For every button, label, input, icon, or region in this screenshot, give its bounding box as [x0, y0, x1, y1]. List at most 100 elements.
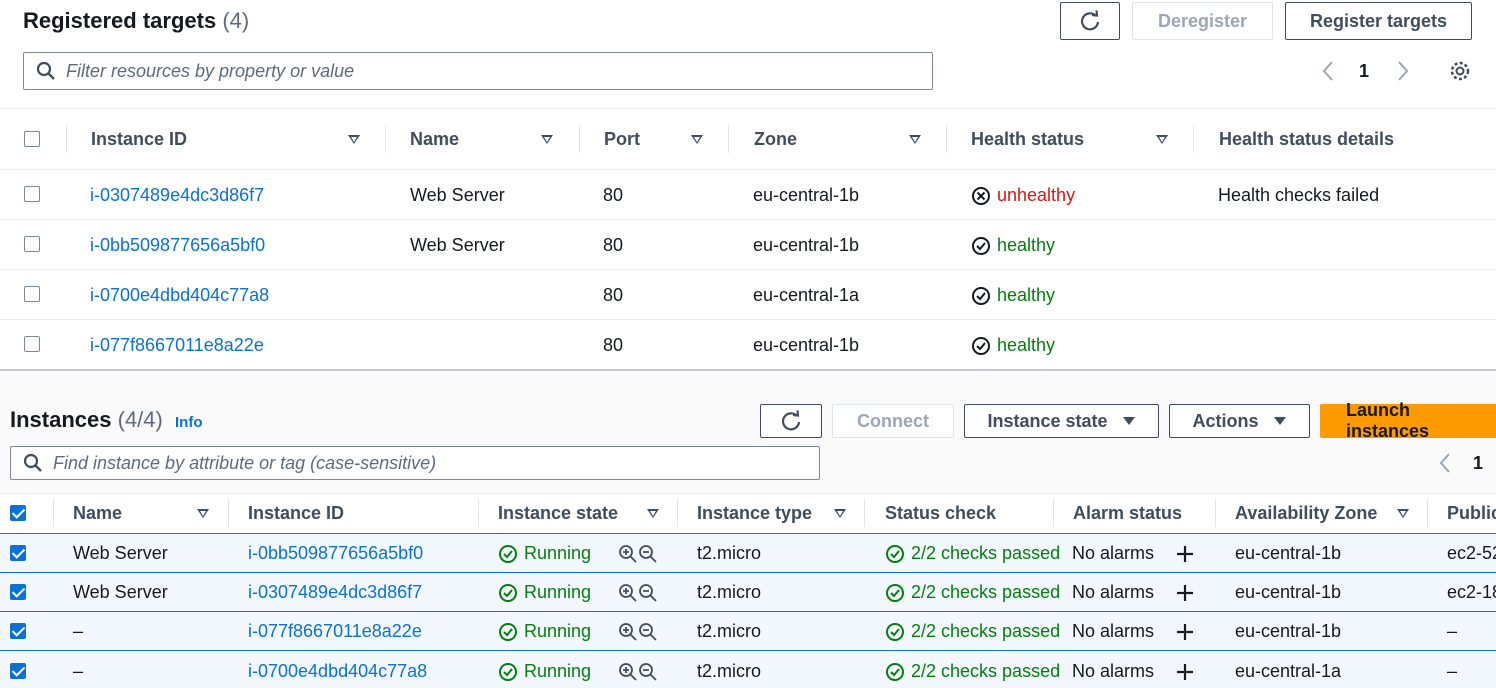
- add-alarm-icon[interactable]: [1175, 622, 1195, 642]
- add-alarm-icon[interactable]: [1175, 662, 1195, 682]
- add-alarm-icon[interactable]: [1175, 544, 1195, 564]
- instances-page-number[interactable]: 1: [1473, 453, 1483, 474]
- row-checkbox[interactable]: [10, 623, 26, 639]
- instances-prev-page-icon[interactable]: [1437, 452, 1453, 474]
- launch-instances-button[interactable]: Launch instances: [1320, 400, 1496, 441]
- row-checkbox[interactable]: [24, 236, 40, 252]
- caret-down-icon: [1122, 417, 1135, 425]
- instance-id-link[interactable]: i-0bb509877656a5bf0: [248, 543, 423, 564]
- instance-id-link[interactable]: i-0307489e4dc3d86f7: [248, 582, 422, 603]
- connect-button[interactable]: Connect: [832, 404, 954, 438]
- sort-icon[interactable]: [348, 135, 360, 144]
- zoom-out-icon[interactable]: [638, 662, 658, 682]
- sort-icon[interactable]: [197, 509, 209, 518]
- instances-search-input[interactable]: Find instance by attribute or tag (case-…: [10, 446, 820, 480]
- instance-state: Running: [498, 582, 591, 603]
- instance-id-link[interactable]: i-0700e4dbd404c77a8: [90, 285, 269, 306]
- zoom-in-icon[interactable]: [618, 662, 638, 682]
- status-check-text: 2/2 checks passed: [911, 582, 1061, 602]
- instance-id-link[interactable]: i-077f8667011e8a22e: [90, 335, 264, 356]
- sort-icon[interactable]: [647, 509, 659, 518]
- sort-icon[interactable]: [1397, 509, 1409, 518]
- zoom-out-icon[interactable]: [638, 544, 658, 564]
- row-checkbox[interactable]: [10, 584, 26, 600]
- col-instance-id[interactable]: Instance ID: [91, 129, 187, 150]
- info-link[interactable]: Info: [175, 414, 203, 431]
- health-status: healthy: [971, 335, 1055, 356]
- col-public[interactable]: Public: [1447, 503, 1496, 524]
- col-health-details[interactable]: Health status details: [1219, 129, 1394, 150]
- targets-refresh-button[interactable]: [1060, 2, 1120, 40]
- targets-page-number[interactable]: 1: [1359, 61, 1369, 82]
- zoom-in-icon[interactable]: [618, 544, 638, 564]
- add-alarm-icon[interactable]: [1175, 583, 1195, 603]
- instance-type: t2.micro: [697, 543, 762, 563]
- targets-title: Registered targets (4): [23, 8, 249, 34]
- instance-state-button[interactable]: Instance state: [964, 404, 1159, 438]
- sort-icon[interactable]: [541, 135, 553, 144]
- instance-id-link[interactable]: i-0700e4dbd404c77a8: [248, 661, 427, 682]
- search-icon: [36, 61, 55, 80]
- target-port: 80: [603, 335, 624, 355]
- targets-select-all-checkbox[interactable]: [24, 131, 40, 147]
- instances-count: (4/4): [117, 407, 163, 432]
- instance-type: t2.micro: [697, 621, 762, 641]
- row-checkbox[interactable]: [24, 286, 40, 302]
- col-instance-id[interactable]: Instance ID: [248, 503, 344, 524]
- instances-select-all-checkbox[interactable]: [10, 505, 26, 521]
- col-availability-zone[interactable]: Availability Zone: [1235, 503, 1377, 524]
- health-status-text: unhealthy: [997, 185, 1076, 205]
- instance-id-link[interactable]: i-0307489e4dc3d86f7: [90, 185, 264, 206]
- row-checkbox[interactable]: [10, 663, 26, 679]
- sort-icon[interactable]: [834, 509, 846, 518]
- col-instance-state[interactable]: Instance state: [498, 503, 618, 524]
- running-check-icon: [499, 545, 517, 564]
- row-checkbox[interactable]: [24, 186, 40, 202]
- col-zone[interactable]: Zone: [754, 129, 797, 150]
- zoom-out-icon[interactable]: [638, 622, 658, 642]
- sort-icon[interactable]: [909, 135, 921, 144]
- targets-prev-page-icon[interactable]: [1320, 60, 1336, 82]
- settings-gear-icon[interactable]: [1449, 60, 1471, 82]
- running-check-icon: [499, 584, 517, 603]
- col-status-check[interactable]: Status check: [885, 503, 996, 524]
- instance-id-link[interactable]: i-077f8667011e8a22e: [248, 621, 422, 642]
- col-name[interactable]: Name: [410, 129, 459, 150]
- instance-name: Web Server: [73, 582, 168, 602]
- table-row[interactable]: – i-077f8667011e8a22e Running t2.micro 2…: [0, 611, 1496, 650]
- actions-button[interactable]: Actions: [1169, 404, 1310, 438]
- alarm-status: No alarms: [1072, 621, 1155, 641]
- zoom-in-icon[interactable]: [618, 622, 638, 642]
- table-row[interactable]: Web Server i-0bb509877656a5bf0 Running t…: [0, 533, 1496, 572]
- caret-down-icon: [1273, 417, 1286, 425]
- alarm-status: No alarms: [1072, 582, 1155, 602]
- target-name: Web Server: [410, 235, 505, 255]
- sort-icon[interactable]: [1156, 135, 1168, 144]
- targets-next-page-icon[interactable]: [1395, 60, 1411, 82]
- instances-refresh-button[interactable]: [760, 404, 822, 438]
- instance-id-link[interactable]: i-0bb509877656a5bf0: [90, 235, 265, 256]
- col-port[interactable]: Port: [604, 129, 640, 150]
- health-status-text: healthy: [997, 335, 1056, 355]
- col-instance-type[interactable]: Instance type: [697, 503, 812, 524]
- instance-name: –: [73, 621, 84, 641]
- target-port: 80: [603, 235, 624, 255]
- col-health-status[interactable]: Health status: [971, 129, 1084, 150]
- instances-title-text: Instances: [10, 407, 112, 432]
- row-checkbox[interactable]: [10, 545, 26, 561]
- col-alarm-status[interactable]: Alarm status: [1073, 503, 1182, 524]
- row-checkbox[interactable]: [24, 336, 40, 352]
- deregister-button[interactable]: Deregister: [1132, 2, 1273, 40]
- targets-filter-input[interactable]: Filter resources by property or value: [23, 52, 933, 90]
- table-row[interactable]: Web Server i-0307489e4dc3d86f7 Running t…: [0, 572, 1496, 611]
- zoom-out-icon[interactable]: [638, 583, 658, 603]
- col-name[interactable]: Name: [73, 503, 122, 524]
- zoom-in-icon[interactable]: [618, 583, 638, 603]
- sort-icon[interactable]: [691, 135, 703, 144]
- search-icon: [23, 453, 42, 472]
- register-targets-button[interactable]: Register targets: [1285, 2, 1472, 40]
- target-name: Web Server: [410, 185, 505, 205]
- instance-state: Running: [498, 543, 591, 564]
- public-dns: –: [1447, 661, 1458, 681]
- table-row[interactable]: – i-0700e4dbd404c77a8 Running t2.micro 2…: [0, 650, 1496, 688]
